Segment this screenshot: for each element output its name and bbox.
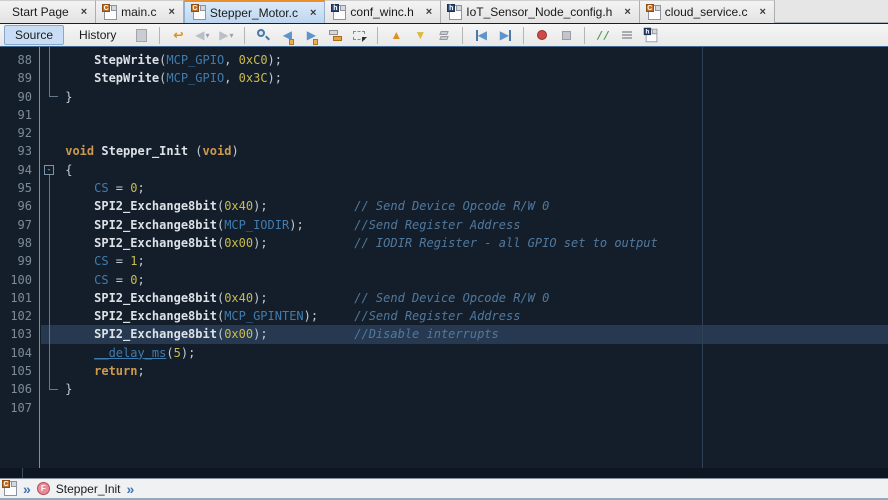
horizontal-scrollbar[interactable] — [0, 468, 888, 478]
close-icon[interactable]: × — [81, 7, 87, 17]
code-line: CS = 1; — [41, 252, 888, 270]
tab-main-c[interactable]: C main.c × — [96, 0, 184, 23]
code-line: StepWrite(MCP_GPIO, 0x3C); — [41, 69, 888, 87]
code-line: __delay_ms(5); — [41, 344, 888, 362]
fold-guide — [49, 47, 58, 97]
c-file-icon: C — [193, 5, 206, 20]
code-line: } — [41, 380, 888, 398]
line-number-gutter: 8889909192939495969798991001011021031041… — [0, 47, 40, 468]
tab-cloud-service-c[interactable]: C cloud_service.c × — [640, 0, 775, 23]
next-bookmark-icon[interactable]: ▶ — [301, 26, 321, 45]
toolbar-separator — [462, 27, 463, 44]
record-macro-icon[interactable] — [532, 26, 552, 45]
tab-label: Start Page — [12, 5, 69, 19]
code-line: return; — [41, 362, 888, 380]
tab-label: Stepper_Motor.c — [210, 6, 298, 20]
c-file-icon: C — [104, 5, 117, 20]
comment-icon[interactable]: // — [593, 26, 613, 45]
chevron-right-icon: » — [127, 482, 135, 496]
tab-conf-winc-h[interactable]: h conf_winc.h × — [325, 0, 441, 23]
h-file-icon: h — [449, 5, 462, 20]
tab-label: conf_winc.h — [350, 5, 413, 19]
close-icon[interactable]: × — [168, 7, 174, 17]
back-icon[interactable]: ◀▾ — [192, 26, 212, 45]
close-icon[interactable]: × — [426, 7, 432, 17]
tab-label: cloud_service.c — [665, 5, 748, 19]
tab-label: IoT_Sensor_Node_config.h — [466, 5, 612, 19]
c-file-icon: C — [4, 481, 17, 496]
uncomment-icon[interactable] — [617, 26, 637, 45]
code-line: SPI2_Exchange8bit(0x00); //Disable inter… — [41, 325, 888, 343]
close-icon[interactable]: × — [310, 8, 316, 18]
find-selection-icon[interactable] — [253, 26, 273, 45]
breadcrumb: C » F Stepper_Init » — [0, 478, 888, 498]
tab-iot-sensor-node-config-h[interactable]: h IoT_Sensor_Node_config.h × — [441, 0, 640, 23]
code-line: StepWrite(MCP_GPIO, 0xC0); — [41, 51, 888, 69]
header-source-toggle-icon[interactable]: h — [641, 26, 661, 45]
right-margin-guide — [702, 47, 703, 469]
toolbar-separator — [584, 27, 585, 44]
fold-guide — [49, 175, 58, 390]
source-view-button[interactable]: Source — [4, 25, 64, 45]
tab-stepper-motor-c[interactable]: C Stepper_Motor.c × — [184, 0, 326, 23]
toolbar-separator — [244, 27, 245, 44]
code-line — [41, 106, 888, 124]
close-icon[interactable]: × — [624, 7, 630, 17]
code-editor[interactable]: 8889909192939495969798991001011021031041… — [0, 46, 888, 468]
toggle-bookmark-icon[interactable] — [325, 26, 345, 45]
shift-right-icon[interactable]: ▶ — [495, 26, 515, 45]
toolbar-separator — [523, 27, 524, 44]
rectangular-selection-icon[interactable] — [349, 26, 369, 45]
toggle-highlight-icon[interactable] — [434, 26, 454, 45]
code-line: void Stepper_Init (void) — [41, 142, 888, 160]
code-line: SPI2_Exchange8bit(0x40); // Send Device … — [41, 289, 888, 307]
breadcrumb-item-function[interactable]: Stepper_Init — [56, 482, 121, 496]
code-line: SPI2_Exchange8bit(MCP_GPINTEN); //Send R… — [41, 307, 888, 325]
code-line: SPI2_Exchange8bit(0x40); // Send Device … — [41, 197, 888, 215]
code-line — [41, 124, 888, 142]
editor-tab-bar: Start Page × C main.c × C Stepper_Motor.… — [0, 0, 888, 23]
c-file-icon: C — [648, 5, 661, 20]
code-line: SPI2_Exchange8bit(MCP_IODIR); //Send Reg… — [41, 216, 888, 234]
function-icon: F — [37, 482, 50, 495]
editor-toolbar: Source History ↩ ◀▾ ▶▾ ◀ ▶ ▲ ▼ ◀ ▶ // h — [0, 24, 888, 46]
code-line: SPI2_Exchange8bit(0x00); // IODIR Regist… — [41, 234, 888, 252]
previous-bookmark-icon[interactable]: ◀ — [277, 26, 297, 45]
code-line: CS = 0; — [41, 271, 888, 289]
toolbar-separator — [377, 27, 378, 44]
chevron-right-icon: » — [23, 482, 31, 496]
toolbar-separator — [159, 27, 160, 44]
code-lines[interactable]: StepWrite(MCP_GPIO, 0xC0); StepWrite(MCP… — [41, 51, 888, 417]
diff-sidebar-icon[interactable] — [131, 26, 151, 45]
next-occurrence-icon[interactable]: ▼ — [410, 26, 430, 45]
close-icon[interactable]: × — [760, 7, 766, 17]
code-line: CS = 0; — [41, 179, 888, 197]
history-view-button[interactable]: History — [68, 25, 127, 45]
stop-macro-icon[interactable] — [556, 26, 576, 45]
h-file-icon: h — [333, 5, 346, 20]
code-line: { — [41, 161, 888, 179]
tab-label: main.c — [121, 5, 156, 19]
shift-left-icon[interactable]: ◀ — [471, 26, 491, 45]
fold-collapse-icon[interactable]: - — [44, 165, 54, 175]
forward-icon[interactable]: ▶▾ — [216, 26, 236, 45]
tab-start-page[interactable]: Start Page × — [0, 0, 96, 23]
code-line — [41, 399, 888, 417]
previous-occurrence-icon[interactable]: ▲ — [386, 26, 406, 45]
jump-last-edit-icon[interactable]: ↩ — [168, 26, 188, 45]
code-line: } — [41, 88, 888, 106]
